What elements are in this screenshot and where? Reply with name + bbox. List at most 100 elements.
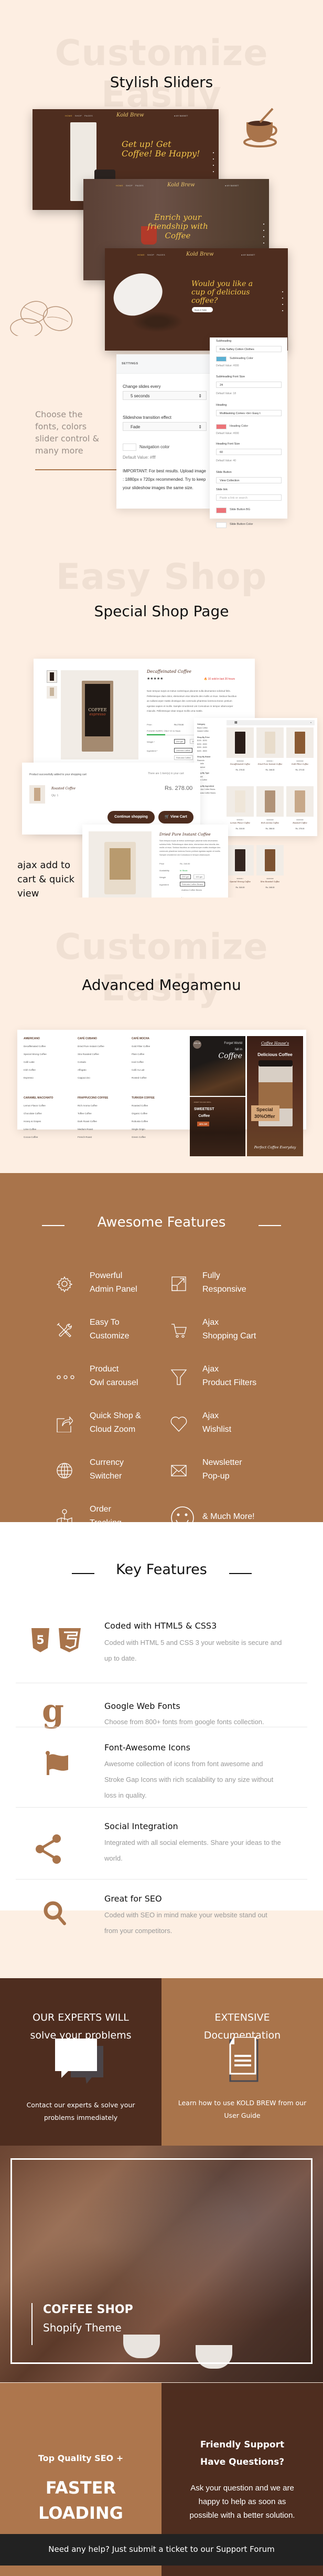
nav-home[interactable]: HOME (137, 254, 145, 256)
megamenu-heading[interactable]: FRAPPUCCINO COFFEE (78, 1096, 108, 1100)
weight-option-200[interactable]: 200 gm (174, 739, 186, 744)
qv-ingredient-2[interactable]: Arabica Coffee Beans (180, 888, 203, 892)
product-card[interactable]: ★★★★★ Gold Filter Coffee Rs. 270.00 (286, 727, 314, 783)
ingredient-option-2[interactable]: Robusta Coffee (174, 755, 193, 760)
qv-weight-100[interactable]: 100 gm (193, 874, 205, 879)
megamenu-link[interactable]: Rich Aroma Coffee (78, 1104, 108, 1107)
banner-delicious-coffee[interactable]: Coffee House's Delicious Coffee Special 3… (247, 1036, 303, 1156)
megamenu-link[interactable]: Toffee Coffee (78, 1112, 108, 1115)
ingredient-option-1[interactable]: Liberica Coffee (174, 748, 192, 753)
cart-item-name: Roasted Coffee (51, 787, 76, 790)
color-swatch[interactable] (216, 508, 227, 513)
filter-option[interactable]: Robusta Coffee Beans (197, 791, 222, 795)
slide-button-input[interactable]: View Collection (216, 477, 282, 483)
sort-select[interactable]: ▾ (310, 721, 311, 724)
feature-title: Font-Awesome Icons (104, 1743, 190, 1752)
megamenu-link[interactable]: Decaffeinated Coffee (24, 1045, 47, 1048)
megamenu-link[interactable]: Cortado (78, 1061, 104, 1063)
megamenu-link[interactable]: Rosted Coffee (132, 1076, 150, 1079)
basket-link[interactable]: ● MY BASKET (225, 184, 239, 187)
view-cart-button[interactable]: 🛒 View Cart (158, 811, 193, 824)
grid-view-icon[interactable]: ▦ (234, 721, 238, 724)
megamenu-link[interactable]: Gold Filter Coffee (132, 1045, 150, 1048)
megamenu-link[interactable]: Cappuccino (78, 1076, 104, 1079)
transition-select[interactable]: Fade ⇕ (123, 422, 207, 431)
product-card[interactable]: ★★★★☆ Lemon Flavor Coffee Rs. 218.00 (227, 786, 254, 841)
filter-option[interactable]: Plain Coffee (197, 778, 222, 782)
heading-color-swatch[interactable] (216, 424, 227, 429)
megamenu-link[interactable]: Lemon Flavor Coffee (24, 1104, 53, 1107)
nav-home[interactable]: HOME (65, 114, 72, 117)
megamenu-link[interactable]: Roasted Coffee (132, 1104, 155, 1107)
nav-shop[interactable]: SHOP (147, 254, 154, 256)
megamenu-link[interactable]: Irish Coffee (24, 1069, 47, 1071)
megamenu-link[interactable]: Lime Coffee (24, 1128, 53, 1131)
megamenu-heading[interactable]: CARAMEL MACCHIATO (24, 1096, 53, 1100)
nav-home[interactable]: HOME (116, 184, 123, 187)
megamenu-link[interactable]: Café Au Lait (132, 1069, 150, 1071)
product-card[interactable]: ★★★★☆ Special Strong Coffee Rs. 318.00 (227, 845, 254, 900)
heading-input[interactable]: Multitasking Comes <br> Easy t (216, 410, 282, 416)
megamenu-link[interactable]: Special Strong Coffee (24, 1053, 47, 1055)
megamenu-link[interactable]: Plain Coffee (132, 1053, 150, 1055)
nav-pages[interactable]: PAGES (157, 254, 165, 256)
slider-dots[interactable] (213, 152, 214, 177)
nav-color-swatch[interactable] (123, 444, 136, 451)
ghost-heading: Easy Shop (56, 556, 267, 598)
thumbnail-1[interactable] (47, 670, 57, 683)
filter-option[interactable]: Instant Coffee (197, 730, 222, 733)
basket-link[interactable]: ● MY BASKET (174, 114, 188, 117)
slider-dots[interactable] (282, 291, 284, 316)
nav-pages[interactable]: PAGES (84, 114, 93, 117)
banner-forget-world[interactable]: 30% Off Forget World fall in Coffee (190, 1036, 245, 1096)
book-table-button[interactable]: Book A Table (192, 307, 213, 312)
slider-dots[interactable] (263, 224, 265, 249)
color-swatch[interactable] (216, 522, 227, 528)
megamenu-heading[interactable]: TURKISH COFFEE (132, 1096, 155, 1100)
basket-link[interactable]: ● MY BASKET (241, 254, 255, 256)
megamenu-link[interactable]: Honey & Grapes (24, 1120, 53, 1123)
filter-option[interactable]: Javamind (197, 766, 222, 769)
megamenu-link[interactable]: Chocolate Coffee (24, 1112, 53, 1115)
megamenu-link[interactable]: Affogato (78, 1069, 104, 1071)
subheading-color-swatch[interactable] (216, 356, 227, 362)
subheading-input[interactable]: Kids Saftey Cotton Clothes (216, 346, 282, 352)
megamenu-heading[interactable]: AMERICANO (24, 1037, 47, 1040)
nav-pages[interactable]: PAGES (135, 184, 144, 187)
megamenu-link[interactable]: Organic Coffee (132, 1112, 155, 1115)
thumbnail-2[interactable] (47, 686, 57, 699)
nav-shop[interactable]: SHOP (75, 114, 82, 117)
product-card[interactable]: ★★★★★ Roasted Coffee Rs. 278.00 (286, 786, 314, 841)
filter-option[interactable]: $400 - $500 (197, 749, 222, 753)
slide-link-input[interactable]: Paste a link or search (216, 494, 282, 501)
megamenu-link[interactable]: Green Coffee (132, 1136, 155, 1138)
megamenu-link[interactable]: Single Origin (132, 1128, 155, 1131)
qv-ingredient-1[interactable]: Robusta Coffee Beans (180, 882, 206, 886)
megamenu-link[interactable]: Iced Coffee (132, 1061, 150, 1063)
product-card[interactable]: ★★★★★ Decaffeinated Coffee Rs. 278.00 (227, 727, 254, 783)
megamenu-link[interactable]: Medium Roast (78, 1128, 108, 1131)
change-slides-select[interactable]: 5 seconds ⇕ (123, 391, 207, 400)
megamenu-link[interactable]: Dark Roast Coffee (78, 1120, 108, 1123)
megamenu-link[interactable]: Xtra Roasted Coffee (78, 1053, 104, 1055)
support-forum-link[interactable]: Need any help? Just submit a ticket to o… (0, 2545, 323, 2554)
megamenu-heading[interactable]: CAFÉ CUBANO (78, 1037, 104, 1040)
product-card[interactable]: ★★★★☆ Dried Pure Instant Coffee Rs. 248.00 (256, 727, 284, 783)
megamenu-link[interactable]: Dried Pure Instant Coffee (78, 1045, 104, 1048)
heading-font-input[interactable]: 60 (216, 449, 282, 455)
megamenu-link[interactable]: Cocoa Coffee (24, 1136, 53, 1138)
megamenu-link[interactable]: Robusta Coffee (132, 1120, 155, 1123)
subheading-font-input[interactable]: 24 (216, 382, 282, 388)
qv-weight-200[interactable]: 200 gm (180, 874, 191, 879)
nav-shop[interactable]: SHOP (126, 184, 133, 187)
megamenu-link[interactable]: French Roast (78, 1136, 108, 1138)
product-card[interactable]: ★★★★★ Xtra Roasted Coffee Rs. 248.00 (256, 845, 284, 900)
megamenu-heading[interactable]: CAFÉ MOCHA (132, 1037, 150, 1040)
product-name: Decaffeinated Coffee (147, 669, 191, 674)
continue-shopping-button[interactable]: Continue shopping (107, 811, 155, 824)
banner-sweetest-coffee[interactable]: - START YOU DAY WITH - SWEETEST Coffee 30… (190, 1097, 245, 1156)
megamenu-link[interactable]: Café Latte (24, 1061, 47, 1063)
heading-label: Heading (216, 404, 227, 407)
megamenu-link[interactable]: Espresso (24, 1076, 47, 1079)
product-card[interactable]: ★★★★★ Rich Aroma Coffee Rs. 258.00 (256, 786, 284, 841)
